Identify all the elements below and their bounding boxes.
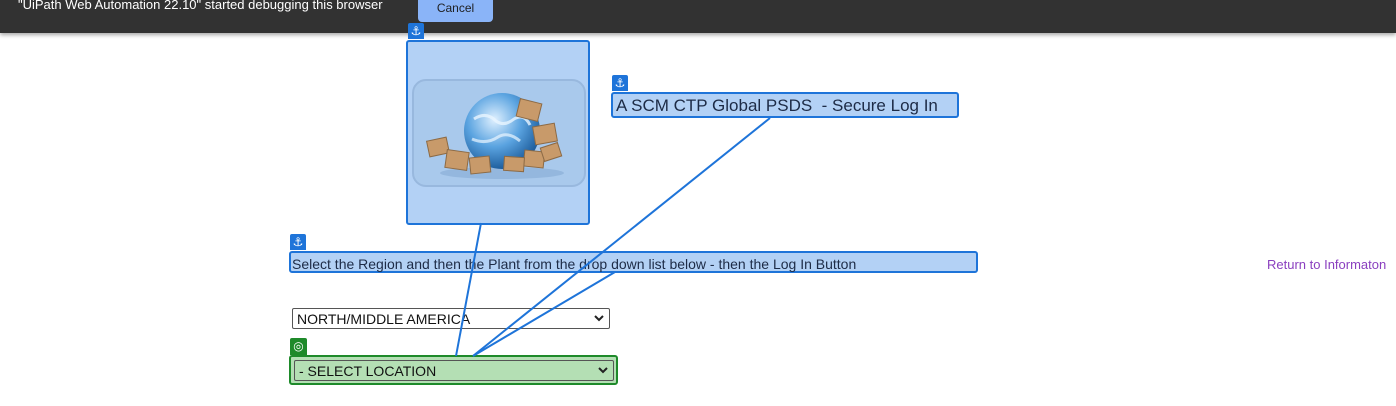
connector-line-logo — [455, 222, 482, 357]
instructions-anchor-highlight: Select the Region and then the Plant fro… — [289, 251, 978, 273]
anchor-icon: ⚓ — [290, 234, 306, 250]
globe-boxes-logo — [425, 93, 564, 179]
instructions-text: Select the Region and then the Plant fro… — [292, 256, 857, 272]
logo-image — [412, 79, 586, 187]
location-target-highlight: - SELECT LOCATION — [289, 355, 618, 385]
target-icon: ◎ — [290, 338, 307, 355]
anchor-icon: ⚓ — [408, 23, 424, 39]
location-select[interactable]: - SELECT LOCATION — [294, 360, 614, 381]
anchor-connector-lines — [455, 117, 771, 357]
page-title: A SCM CTP Global PSDS - Secure Log In — [616, 96, 938, 115]
logo-anchor-highlight — [406, 40, 590, 225]
region-select-value: NORTH/MIDDLE AMERICA — [297, 311, 471, 327]
chevron-down-icon — [593, 310, 605, 329]
cancel-button[interactable]: Cancel — [418, 0, 493, 22]
location-select-value: - SELECT LOCATION — [299, 363, 437, 379]
return-to-information-link[interactable]: Return to Informaton — [1267, 257, 1386, 272]
region-select[interactable]: NORTH/MIDDLE AMERICA — [292, 308, 610, 329]
debug-message: "UiPath Web Automation 22.10" started de… — [18, 0, 383, 12]
anchor-icon: ⚓ — [612, 75, 628, 91]
chevron-down-icon — [597, 362, 609, 381]
title-anchor-highlight: A SCM CTP Global PSDS - Secure Log In — [611, 92, 959, 118]
debug-bar: "UiPath Web Automation 22.10" started de… — [0, 0, 1396, 33]
